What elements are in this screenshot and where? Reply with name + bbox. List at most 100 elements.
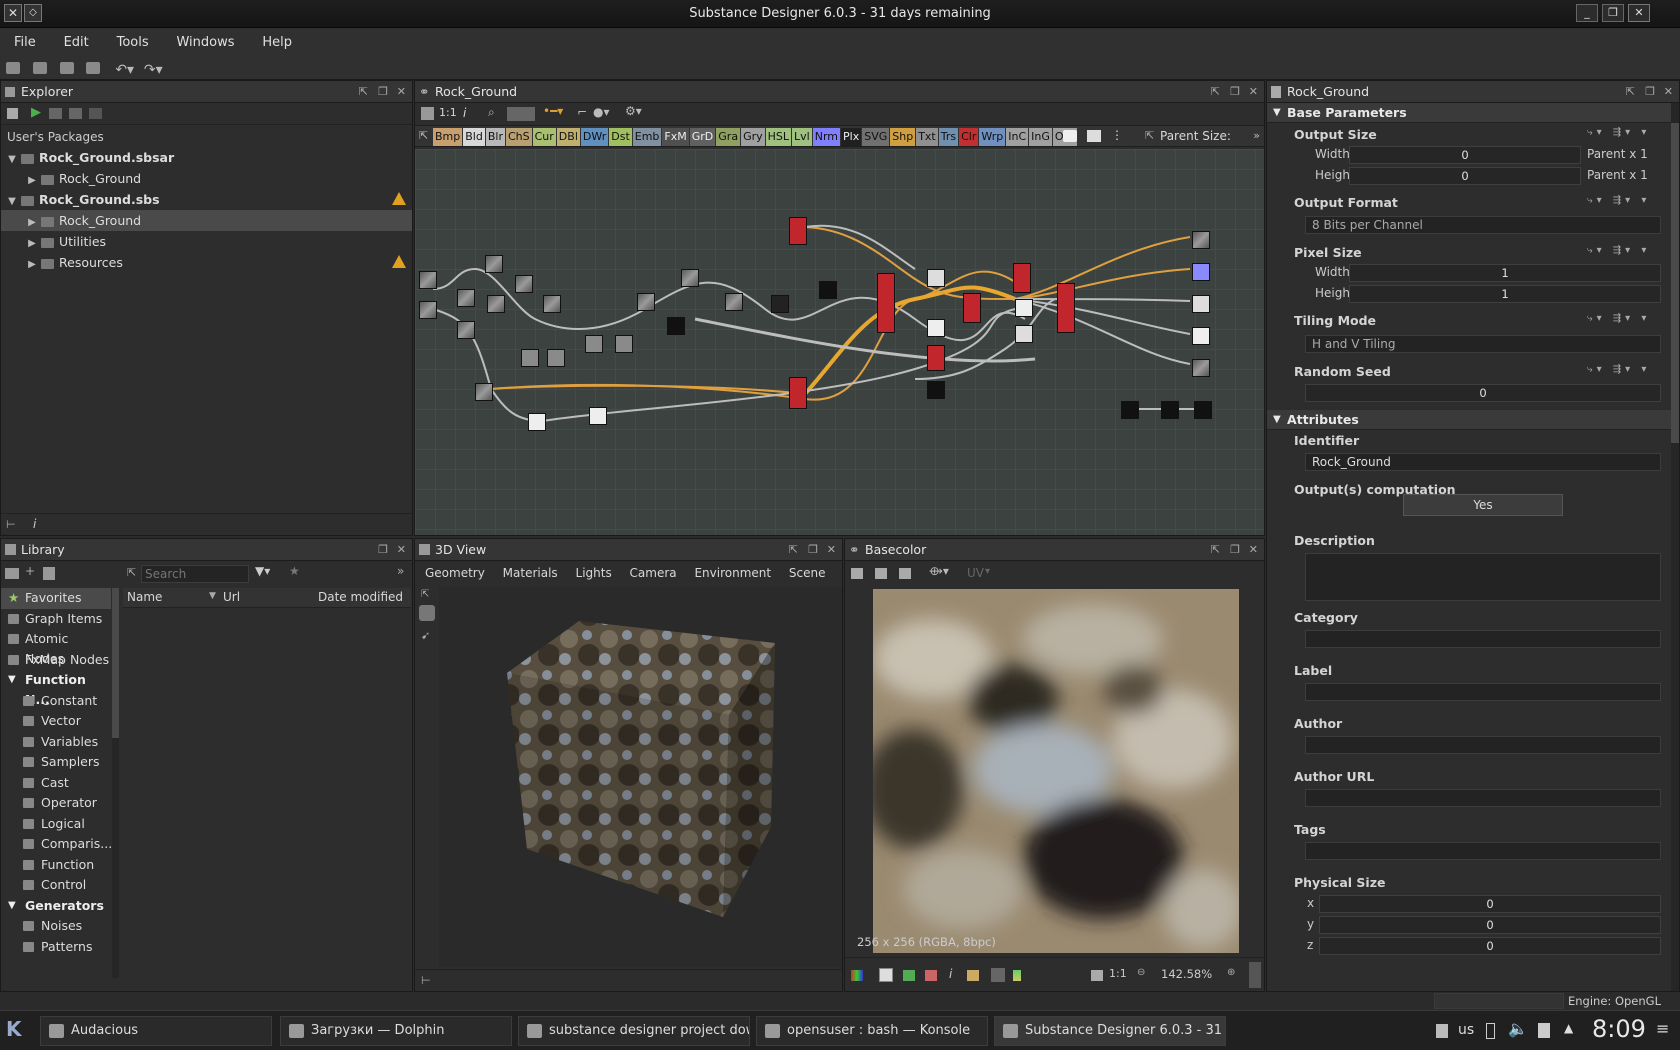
panel-menu-icon[interactable]: ≡ (1656, 1019, 1669, 1038)
close-panel-icon[interactable]: ✕ (397, 81, 406, 103)
node-palette-item[interactable]: Lvl (792, 128, 812, 146)
pixel-height-slider[interactable]: 1 (1349, 285, 1661, 303)
node-palette-item[interactable]: Gry (741, 128, 765, 146)
save-icon[interactable] (59, 62, 74, 74)
graph-node[interactable] (515, 275, 533, 293)
expand-arrow-right-icon[interactable]: ▶ (25, 233, 39, 254)
search-toggle-icon[interactable]: ⇱ (127, 566, 136, 579)
graph-node[interactable] (927, 269, 945, 287)
view-mode-icon[interactable] (851, 568, 863, 579)
float-panel-icon[interactable]: ❐ (1645, 81, 1655, 103)
graph-node[interactable] (528, 413, 546, 431)
pin-panel-icon[interactable]: ⇱ (359, 81, 368, 103)
pin-panel-icon[interactable]: ⇱ (1211, 539, 1220, 561)
graph-node[interactable] (681, 269, 699, 287)
graph-node[interactable] (789, 217, 807, 245)
node-palette-item[interactable]: Plx (841, 128, 862, 146)
node-palette-item[interactable]: Blr (485, 128, 505, 146)
publish-all-icon[interactable] (69, 108, 82, 119)
output-format-select[interactable]: 8 Bits per Channel (1305, 216, 1661, 234)
3d-viewport[interactable] (439, 587, 842, 967)
graph-node[interactable] (485, 255, 503, 273)
expand-arrow-down-icon[interactable]: ▼ (5, 191, 19, 212)
node-palette-item[interactable]: Bld (463, 128, 485, 146)
pixel-width-slider[interactable]: 1 (1349, 264, 1661, 282)
zoom-ratio[interactable]: 1:1 (1109, 967, 1127, 980)
expand-arrow-right-icon[interactable]: ▶ (25, 170, 39, 191)
search-icon[interactable]: ⌕ (488, 105, 495, 120)
close-window-button[interactable]: ✕ (1628, 4, 1650, 22)
menu-environment[interactable]: Environment (694, 566, 771, 580)
save-image-icon[interactable] (875, 568, 887, 579)
histogram-icon[interactable] (903, 970, 915, 981)
output-node[interactable] (1192, 231, 1210, 249)
author-field[interactable] (1305, 736, 1661, 754)
zoom-1-1-button[interactable]: 1:1 (439, 106, 457, 119)
menu-scene[interactable]: Scene (789, 566, 826, 580)
volume-icon[interactable]: 🔈 (1508, 1019, 1528, 1038)
menu-geometry[interactable]: Geometry (425, 566, 485, 580)
graph-node[interactable] (1121, 401, 1139, 419)
node-palette-item[interactable]: Emb (632, 128, 662, 146)
channels-icon[interactable]: ⟴▾ (929, 564, 949, 578)
menu-edit[interactable]: Edit (64, 35, 89, 50)
close-panel-icon[interactable]: ✕ (1249, 81, 1258, 103)
output-height-suffix[interactable]: Parent x 1 (1587, 168, 1648, 182)
graph-node[interactable] (927, 345, 945, 371)
node-palette-item[interactable]: HSL (765, 128, 792, 146)
graph-node[interactable] (1057, 283, 1075, 333)
expand-arrow-right-icon[interactable]: ▶ (25, 254, 39, 275)
tags-field[interactable] (1305, 842, 1661, 860)
float-panel-icon[interactable]: ❐ (808, 539, 818, 561)
explorer-item[interactable]: ▼ Rock_Ground.sbsar (1, 147, 412, 168)
frame-all-icon[interactable] (421, 107, 434, 120)
library-category-item[interactable]: Cast (1, 773, 111, 794)
align-icon[interactable] (507, 107, 535, 121)
2d-scroll-handle[interactable] (1249, 962, 1261, 988)
column-name[interactable]: Name (127, 590, 162, 604)
parameter-controls-icon[interactable]: ⤷▾ ⇶▾ ▾ (1587, 364, 1650, 375)
pin-panel-icon[interactable]: ⇱ (1211, 81, 1220, 103)
notes-icon[interactable] (1538, 1023, 1550, 1038)
graph-node[interactable] (927, 381, 945, 399)
expand-arrow-down-icon[interactable]: ▼ (5, 149, 19, 170)
graph-node[interactable] (963, 293, 981, 323)
library-category-item[interactable]: Comparis... (1, 834, 111, 855)
attributes-section[interactable]: ▼ Attributes (1267, 410, 1671, 430)
maximize-button[interactable]: ❐ (1602, 4, 1624, 22)
parameter-controls-icon[interactable]: ⤷▾ ⇶▾ ▾ (1587, 195, 1650, 206)
library-category-item[interactable]: FxMap Nodes (1, 650, 111, 671)
node-palette-item[interactable]: Clr (959, 128, 979, 146)
graph-node[interactable] (725, 293, 743, 311)
pin-panel-icon[interactable]: ⇱ (789, 539, 798, 561)
library-category-item[interactable]: Function (1, 855, 111, 876)
graph-node[interactable] (1161, 401, 1179, 419)
graph-node[interactable] (585, 335, 603, 353)
graph-node[interactable] (667, 317, 685, 335)
node-palette-item[interactable]: Gra (716, 128, 741, 146)
connector-icon[interactable]: ⌐ (577, 105, 587, 119)
library-category-item[interactable]: Vector (1, 711, 111, 732)
explorer-item[interactable]: ▼ Rock_Ground.sbs (1, 189, 412, 210)
float-panel-icon[interactable]: ❐ (1230, 539, 1240, 561)
graph-node[interactable] (419, 271, 437, 289)
node-palette-item[interactable]: Cur (532, 128, 556, 146)
keyboard-layout[interactable]: us (1458, 1022, 1474, 1038)
menu-file[interactable]: File (14, 35, 36, 50)
library-category-scrollbar[interactable] (112, 588, 119, 978)
save-package-icon[interactable] (7, 108, 18, 119)
uv-toggle[interactable]: UV (967, 566, 984, 580)
library-category-item[interactable]: Variables (1, 732, 111, 753)
graph-node[interactable] (521, 349, 539, 367)
play-icon[interactable]: ▶ (31, 105, 41, 120)
output-node[interactable] (1192, 263, 1210, 281)
library-category-item[interactable]: Patterns (1, 937, 111, 958)
add-icon[interactable]: + (25, 564, 35, 578)
output-width-suffix[interactable]: Parent x 1 (1587, 147, 1648, 161)
app-menu-icon[interactable]: ✕ (4, 4, 22, 22)
node-palette-item[interactable]: Shp (890, 128, 916, 146)
expand-palette-icon[interactable]: » (1253, 129, 1260, 142)
pin-panel-icon[interactable]: ⇱ (1626, 81, 1635, 103)
info-icon[interactable]: i (33, 517, 36, 531)
node-palette-item[interactable]: Bmp (433, 128, 463, 146)
